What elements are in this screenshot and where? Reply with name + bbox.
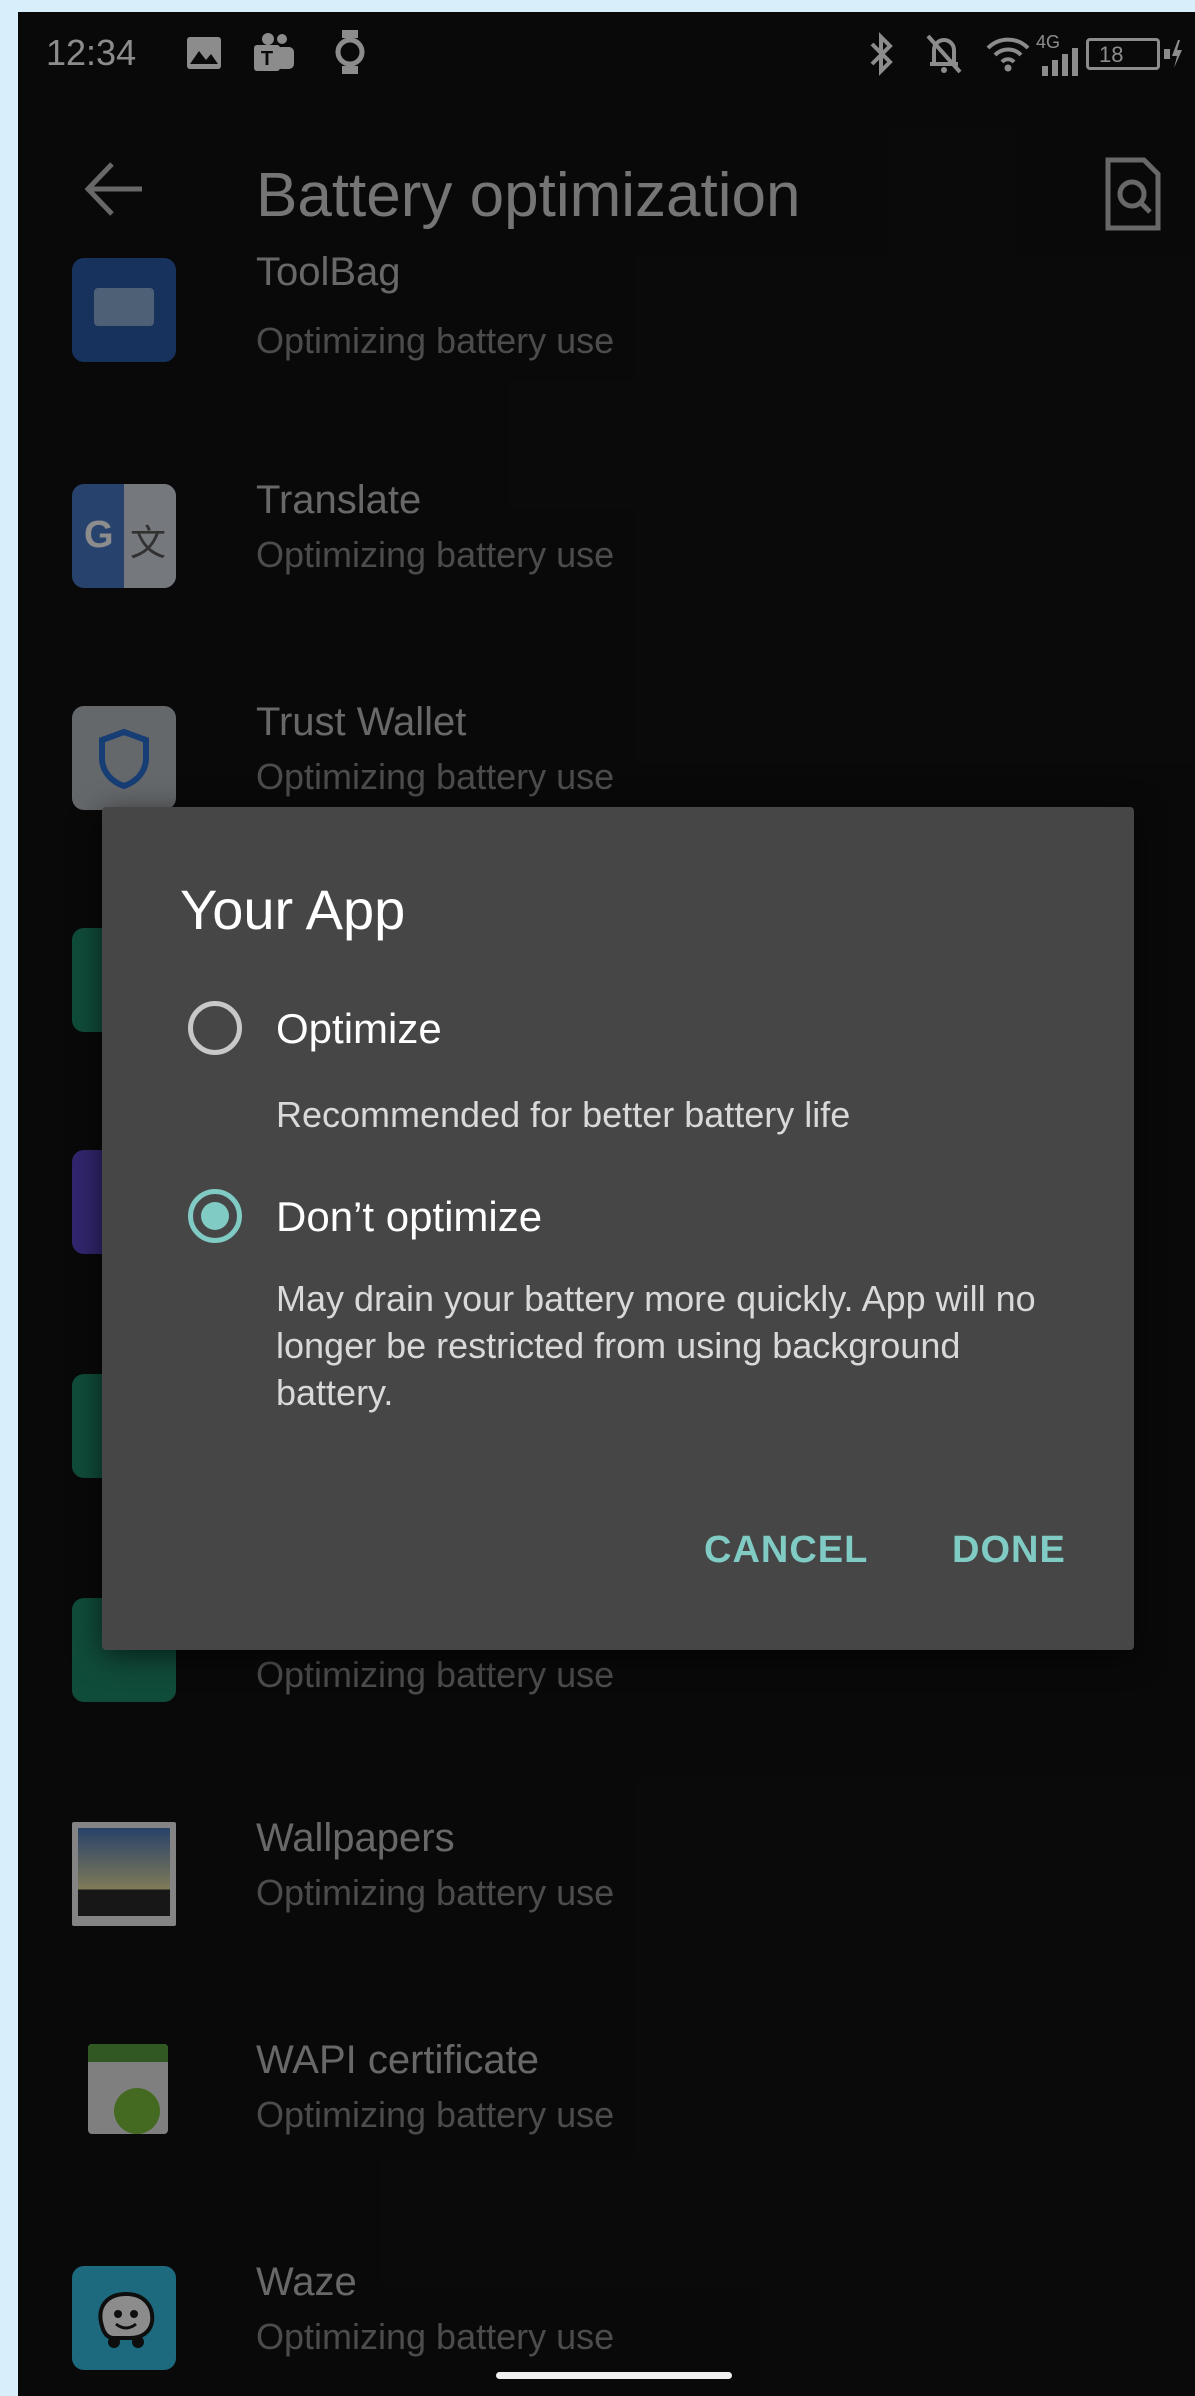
dont-optimize-radio[interactable] — [188, 1189, 242, 1243]
optimize-label[interactable]: Optimize — [276, 1005, 442, 1053]
battery-dialog: Your App Optimize Recommended for better… — [102, 807, 1134, 1650]
optimize-radio[interactable] — [188, 1001, 242, 1055]
optimize-description: Recommended for better battery life — [276, 1094, 851, 1135]
cancel-button[interactable]: CANCEL — [704, 1529, 868, 1572]
dialog-title: Your App — [180, 878, 406, 941]
phone-screen: 12:34 T 4G 18 Battery optimization ToolB… — [18, 12, 1195, 2396]
home-indicator[interactable] — [496, 2372, 732, 2379]
dont-optimize-description: May drain your battery more quickly. App… — [276, 1278, 1036, 1413]
done-button[interactable]: DONE — [952, 1529, 1066, 1572]
dont-optimize-label[interactable]: Don’t optimize — [276, 1193, 542, 1241]
